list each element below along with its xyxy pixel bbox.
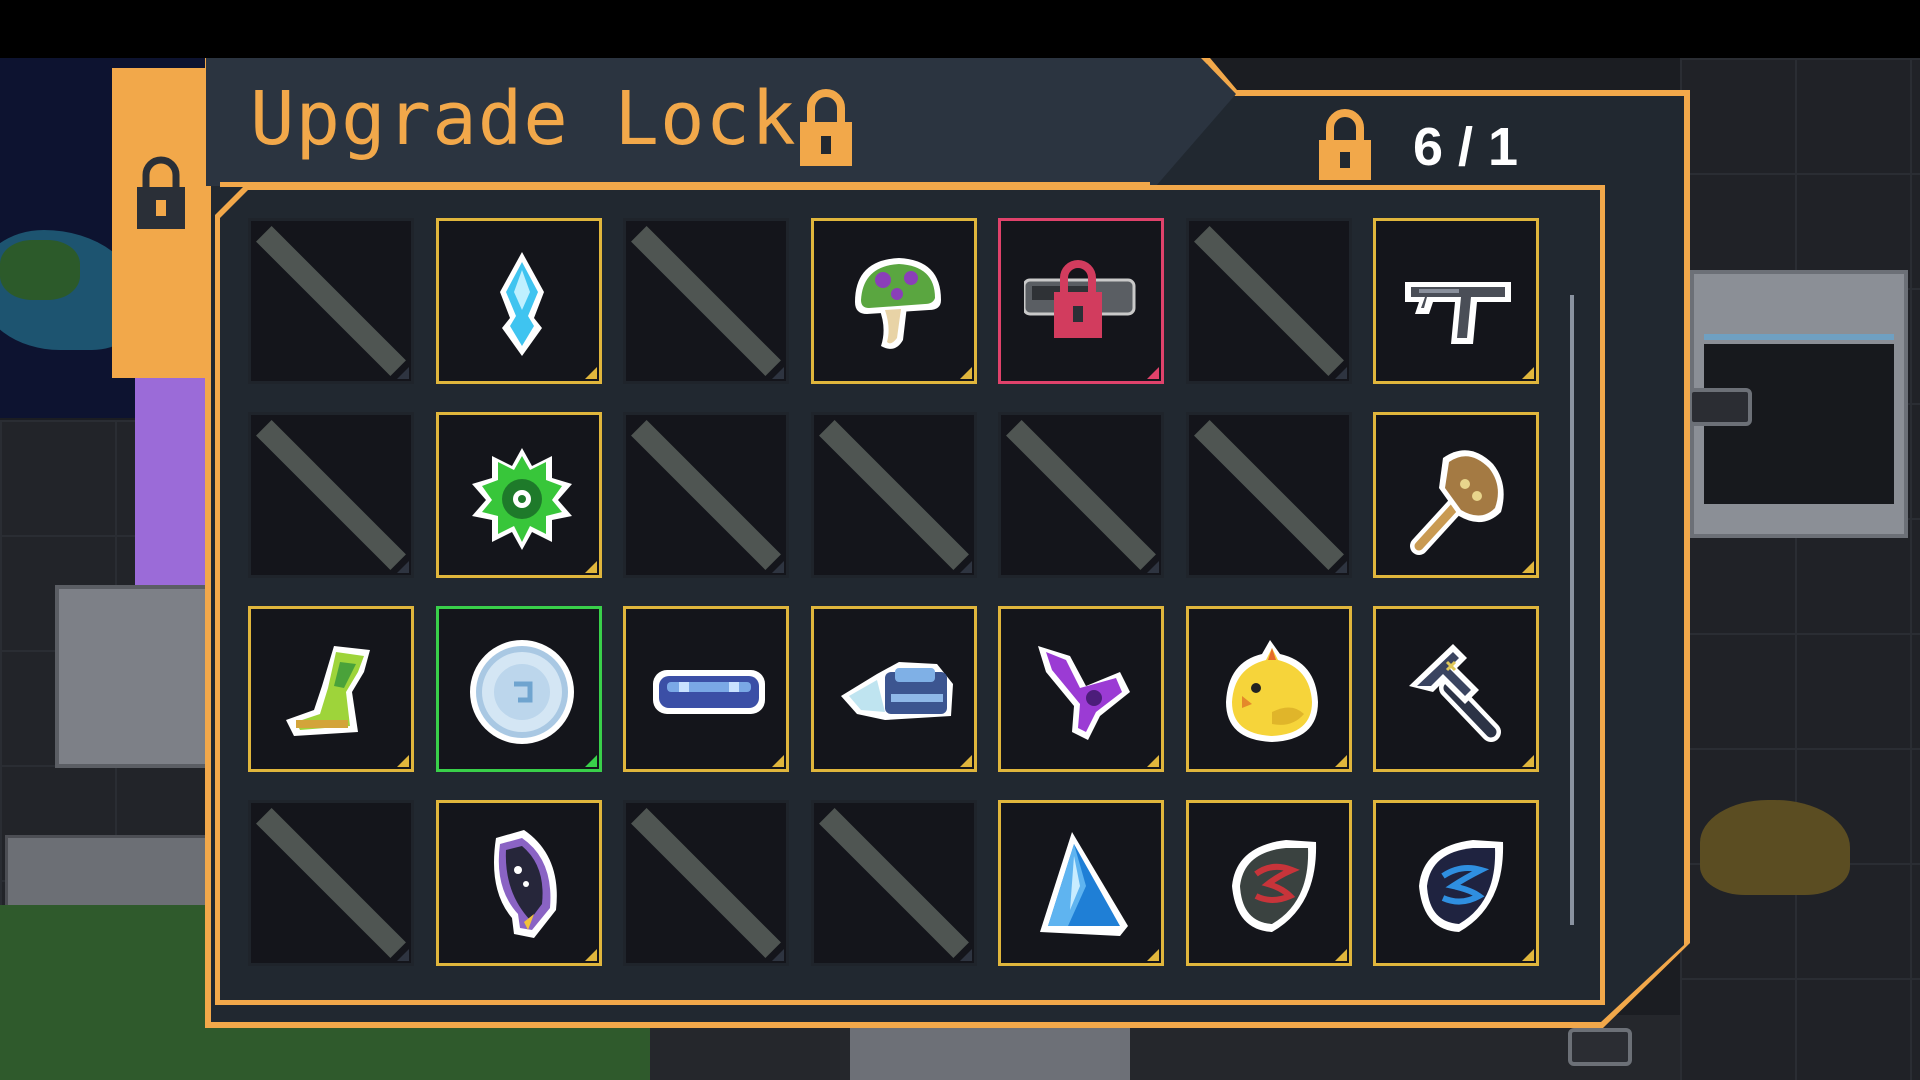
slot-item-yellow-chick[interactable] [1185,606,1352,772]
scrollbar[interactable] [1570,295,1574,925]
slot-item-dark-hammer[interactable] [1373,606,1539,772]
green-gear-icon [471,448,572,550]
slot-empty [248,800,414,966]
slot-empty [623,412,789,578]
slot-empty [1185,412,1352,578]
slot-item-blue-crystal[interactable] [435,218,602,384]
red-rune-stone-icon [1231,840,1316,932]
side-tab-lock[interactable] [112,68,207,378]
lock-icon [137,156,185,229]
blue-crystal-icon [499,252,544,356]
yellow-chick-icon [1225,640,1318,742]
blue-capsule-icon [653,670,765,714]
purple-slingshot-icon [1038,646,1130,740]
green-mushroom-icon [854,258,941,349]
ice-disc-icon [469,640,574,744]
slot-item-purple-slingshot[interactable] [998,606,1164,772]
slot-item-ice-shard[interactable] [998,800,1164,966]
background-rock [1700,800,1850,895]
dark-feather-icon [493,830,557,938]
slot-item-dark-feather[interactable] [435,800,602,966]
slot-empty [248,218,414,384]
slot-item-battle-axe[interactable] [1373,412,1539,578]
lock-count-icon [1319,109,1371,180]
panel-title: Upgrade Lock [250,76,797,162]
green-boot-icon [286,646,370,736]
slot-item-green-mushroom[interactable] [810,218,977,384]
chat-bubble-icon [1568,1028,1632,1066]
slot-locked-gun[interactable] [998,218,1164,384]
slot-item-ice-disc[interactable] [435,606,602,772]
slot-empty [623,218,789,384]
upgrade-grid [248,218,1539,966]
slot-item-uzi[interactable] [1373,218,1539,384]
letterbox-bar [0,0,1920,58]
lock-count: 6 / 1 [1413,117,1519,177]
slot-item-ice-tank[interactable] [810,606,977,772]
blue-rune-stone-icon [1419,840,1504,932]
slot-empty [248,412,414,578]
locked-gun-icon [1024,260,1136,338]
ice-shard-icon [1040,832,1128,936]
battle-axe-icon [1410,450,1504,555]
chat-bubble-icon [1688,388,1752,426]
slot-item-blue-rune-stone[interactable] [1373,800,1539,966]
slot-empty [810,800,977,966]
slot-empty [810,412,977,578]
background-floor-tile [850,1020,1130,1080]
slot-item-blue-capsule[interactable] [623,606,789,772]
slot-item-red-rune-stone[interactable] [1185,800,1352,966]
slot-item-green-boot[interactable] [248,606,414,772]
background-planet-land [0,240,80,300]
dark-hammer-icon [1409,644,1501,742]
title-lock-icon [800,89,852,166]
slot-empty [998,412,1164,578]
ice-tank-icon [840,662,953,720]
uzi-gun-icon [1405,282,1511,344]
background-floor-right [1680,58,1920,1080]
slot-item-green-gear[interactable] [435,412,602,578]
slot-empty [623,800,789,966]
slot-empty [1185,218,1352,384]
